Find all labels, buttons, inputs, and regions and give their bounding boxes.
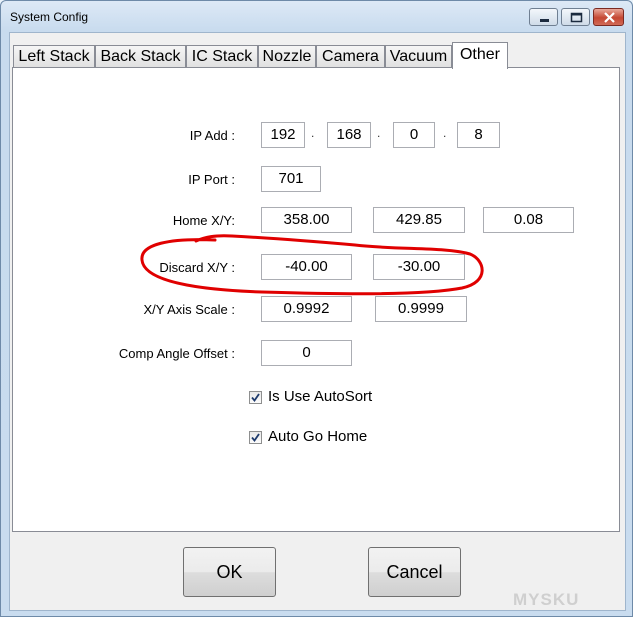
- ip-port-input[interactable]: 701: [261, 166, 321, 192]
- comp-angle-input[interactable]: 0: [261, 340, 352, 366]
- other-tab-panel: IP Add : 192 . 168 . 0 . 8 IP Port : 701…: [12, 67, 620, 532]
- minimize-icon: [540, 19, 549, 22]
- ip-octet-4-input[interactable]: 8: [457, 122, 500, 148]
- window-title: System Config: [10, 10, 89, 24]
- axis-scale-label: X/Y Axis Scale :: [143, 302, 235, 317]
- minimize-button[interactable]: [529, 8, 558, 26]
- ip-separator: .: [377, 126, 381, 140]
- close-icon: [604, 12, 615, 23]
- ip-separator: .: [443, 126, 447, 140]
- discard-x-input[interactable]: -40.00: [261, 254, 352, 280]
- autosort-checkbox[interactable]: [249, 391, 262, 404]
- title-bar[interactable]: System Config: [1, 1, 632, 33]
- ip-octet-3-input[interactable]: 0: [393, 122, 435, 148]
- tab-left-stack[interactable]: Left Stack: [13, 45, 95, 68]
- discard-y-input[interactable]: -30.00: [373, 254, 465, 280]
- ip-octet-2-input[interactable]: 168: [327, 122, 371, 148]
- auto-go-home-checkbox[interactable]: [249, 431, 262, 444]
- ip-separator: .: [311, 126, 315, 140]
- auto-go-home-label[interactable]: Auto Go Home: [268, 428, 367, 445]
- home-x-input[interactable]: 358.00: [261, 207, 352, 233]
- tab-ic-stack[interactable]: IC Stack: [186, 45, 258, 68]
- tab-back-stack[interactable]: Back Stack: [95, 45, 186, 68]
- home-y-input[interactable]: 429.85: [373, 207, 465, 233]
- ip-add-label: IP Add :: [189, 128, 235, 143]
- ip-port-label: IP Port :: [188, 172, 235, 187]
- autosort-label[interactable]: Is Use AutoSort: [268, 388, 372, 405]
- maximize-icon: [570, 12, 583, 23]
- checkmark-icon: [251, 433, 260, 442]
- system-config-window: System Config Left Stack Back Stack IC S…: [0, 0, 633, 617]
- comp-angle-label: Comp Angle Offset :: [118, 346, 235, 361]
- tab-camera[interactable]: Camera: [316, 45, 385, 68]
- axis-scale-y-input[interactable]: 0.9999: [375, 296, 467, 322]
- checkmark-icon: [251, 393, 260, 402]
- home-xy-label: Home X/Y:: [172, 213, 235, 228]
- cancel-button[interactable]: Cancel: [368, 547, 461, 597]
- tab-nozzle[interactable]: Nozzle: [258, 45, 316, 68]
- tab-other[interactable]: Other: [452, 42, 508, 69]
- maximize-button[interactable]: [561, 8, 590, 26]
- ok-button[interactable]: OK: [183, 547, 276, 597]
- axis-scale-x-input[interactable]: 0.9992: [261, 296, 352, 322]
- tab-vacuum[interactable]: Vacuum: [385, 45, 452, 68]
- ip-octet-1-input[interactable]: 192: [261, 122, 305, 148]
- discard-xy-label: Discard X/Y :: [159, 260, 235, 275]
- dialog-client-area: Left Stack Back Stack IC Stack Nozzle Ca…: [9, 32, 626, 611]
- home-z-input[interactable]: 0.08: [483, 207, 574, 233]
- close-button[interactable]: [593, 8, 624, 26]
- watermark: MYSKU: [513, 590, 580, 609]
